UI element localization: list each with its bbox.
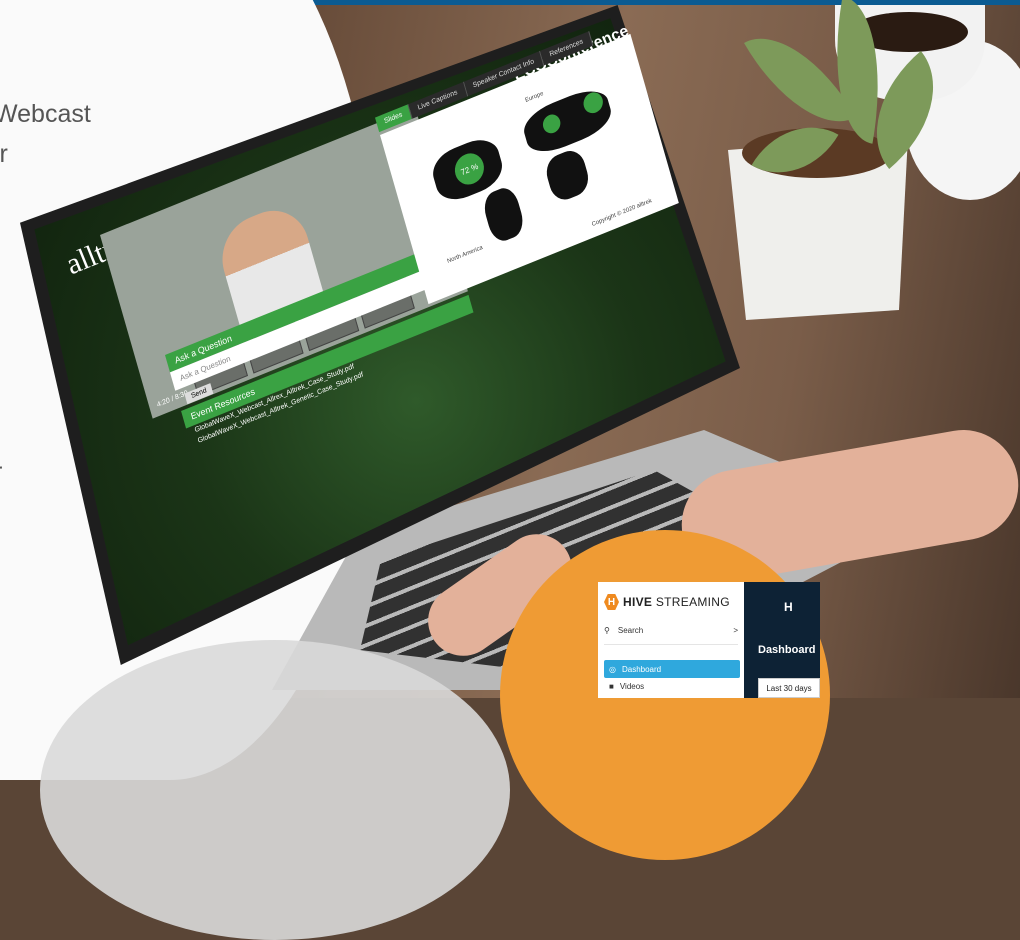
- hive-hex-icon: H: [604, 594, 619, 610]
- chevron-right-icon: >: [733, 626, 738, 635]
- search-label: Search: [617, 626, 644, 635]
- map-label: North America: [446, 244, 484, 265]
- date-range-select[interactable]: Last 30 days: [758, 678, 820, 698]
- main-heading: H: [784, 600, 793, 614]
- page-title: Dashboard: [758, 644, 816, 656]
- dashboard-icon: ◎: [609, 664, 616, 674]
- left-text-line: r: [0, 458, 2, 487]
- map-label: Europe: [524, 90, 545, 104]
- sidebar-item-label: Videos: [619, 682, 645, 691]
- sidebar-item-dashboard[interactable]: ◎ Dashboard: [604, 660, 740, 678]
- hive-brand: HIVE STREAMING: [623, 595, 730, 609]
- hive-brand-light: STREAMING: [655, 595, 730, 609]
- divider: [604, 644, 738, 645]
- hive-brand-strong: HIVE: [623, 595, 653, 609]
- left-text-line: ir: [0, 140, 8, 168]
- video-camera-icon: ■: [609, 682, 614, 691]
- map-south-america: [480, 183, 527, 246]
- search-icon: ⚲: [604, 626, 610, 635]
- map-africa: [542, 145, 593, 205]
- hive-streaming-app: H HIVE STREAMING ⚲ Search > ◎ Dashboard …: [598, 582, 820, 698]
- sidebar-item-label: Dashboard: [621, 664, 662, 674]
- hive-logo: H HIVE STREAMING: [604, 594, 730, 610]
- sidebar-item-videos[interactable]: ■ Videos: [604, 682, 644, 691]
- hive-search[interactable]: ⚲ Search >: [604, 626, 738, 635]
- grey-circle-decoration: [40, 640, 510, 940]
- hive-sidebar: H HIVE STREAMING ⚲ Search > ◎ Dashboard …: [598, 582, 744, 698]
- hive-main: H Dashboard Last 30 days: [744, 582, 820, 698]
